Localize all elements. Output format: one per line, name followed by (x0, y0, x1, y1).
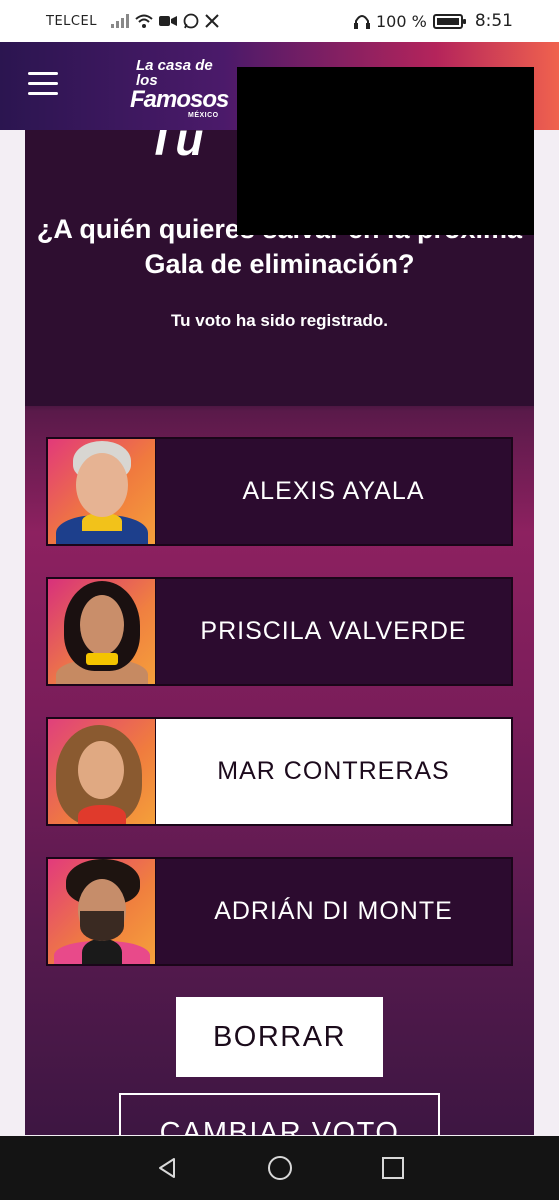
system-nav-bar (0, 1136, 559, 1200)
candidate-photo (48, 719, 156, 824)
home-icon[interactable] (260, 1148, 300, 1188)
battery-percent: 100 % (375, 11, 427, 31)
candidate-name: MAR CONTRERAS (217, 757, 450, 785)
recents-icon[interactable] (373, 1148, 413, 1188)
vote-status-message: Tu voto ha sido registrado. (171, 311, 388, 330)
candidate-name: PRISCILA VALVERDE (200, 617, 467, 645)
battery-icon (432, 13, 466, 29)
candidate-photo (48, 859, 156, 964)
video-icon (158, 16, 177, 26)
x-icon (205, 14, 219, 28)
poll-title: Tu (147, 130, 205, 165)
status-bar: TELCEL 100 % 8:51 (0, 0, 559, 42)
signal-icon (110, 14, 129, 28)
logo-line-3: MÉXICO (188, 112, 219, 119)
candidate-option-priscila-valverde[interactable]: PRISCILA VALVERDE (46, 577, 513, 686)
back-icon[interactable] (147, 1148, 187, 1188)
candidate-option-adrian-di-monte[interactable]: ADRIÁN DI MONTE (46, 857, 513, 966)
candidate-photo (48, 579, 156, 684)
candidate-option-mar-contreras[interactable]: MAR CONTRERAS (46, 717, 513, 826)
redaction-block (237, 67, 534, 235)
brand-logo[interactable]: La casa de los Famosos MÉXICO (130, 57, 229, 119)
change-vote-button[interactable]: CAMBIAR VOTO (119, 1093, 440, 1135)
logo-line-2: Famosos (130, 86, 229, 113)
clear-button[interactable]: BORRAR (176, 997, 383, 1077)
candidate-name: ADRIÁN DI MONTE (214, 897, 453, 925)
candidate-name: ALEXIS AYALA (242, 477, 425, 505)
headphones-icon (353, 14, 370, 29)
whatsapp-icon (183, 13, 199, 29)
logo-line-1: La casa de los (136, 57, 213, 89)
poll-container: Tu ¿A quién quieres salvar en la próxima… (25, 130, 534, 1135)
candidate-photo (48, 439, 156, 544)
clock: 8:51 (474, 11, 513, 31)
carrier-label: TELCEL (46, 13, 97, 29)
status-right: 100 % 8:51 (353, 11, 513, 31)
candidate-option-alexis-ayala[interactable]: ALEXIS AYALA (46, 437, 513, 546)
status-left: TELCEL (46, 13, 219, 29)
hamburger-icon[interactable] (28, 72, 58, 96)
wifi-icon (135, 14, 153, 28)
